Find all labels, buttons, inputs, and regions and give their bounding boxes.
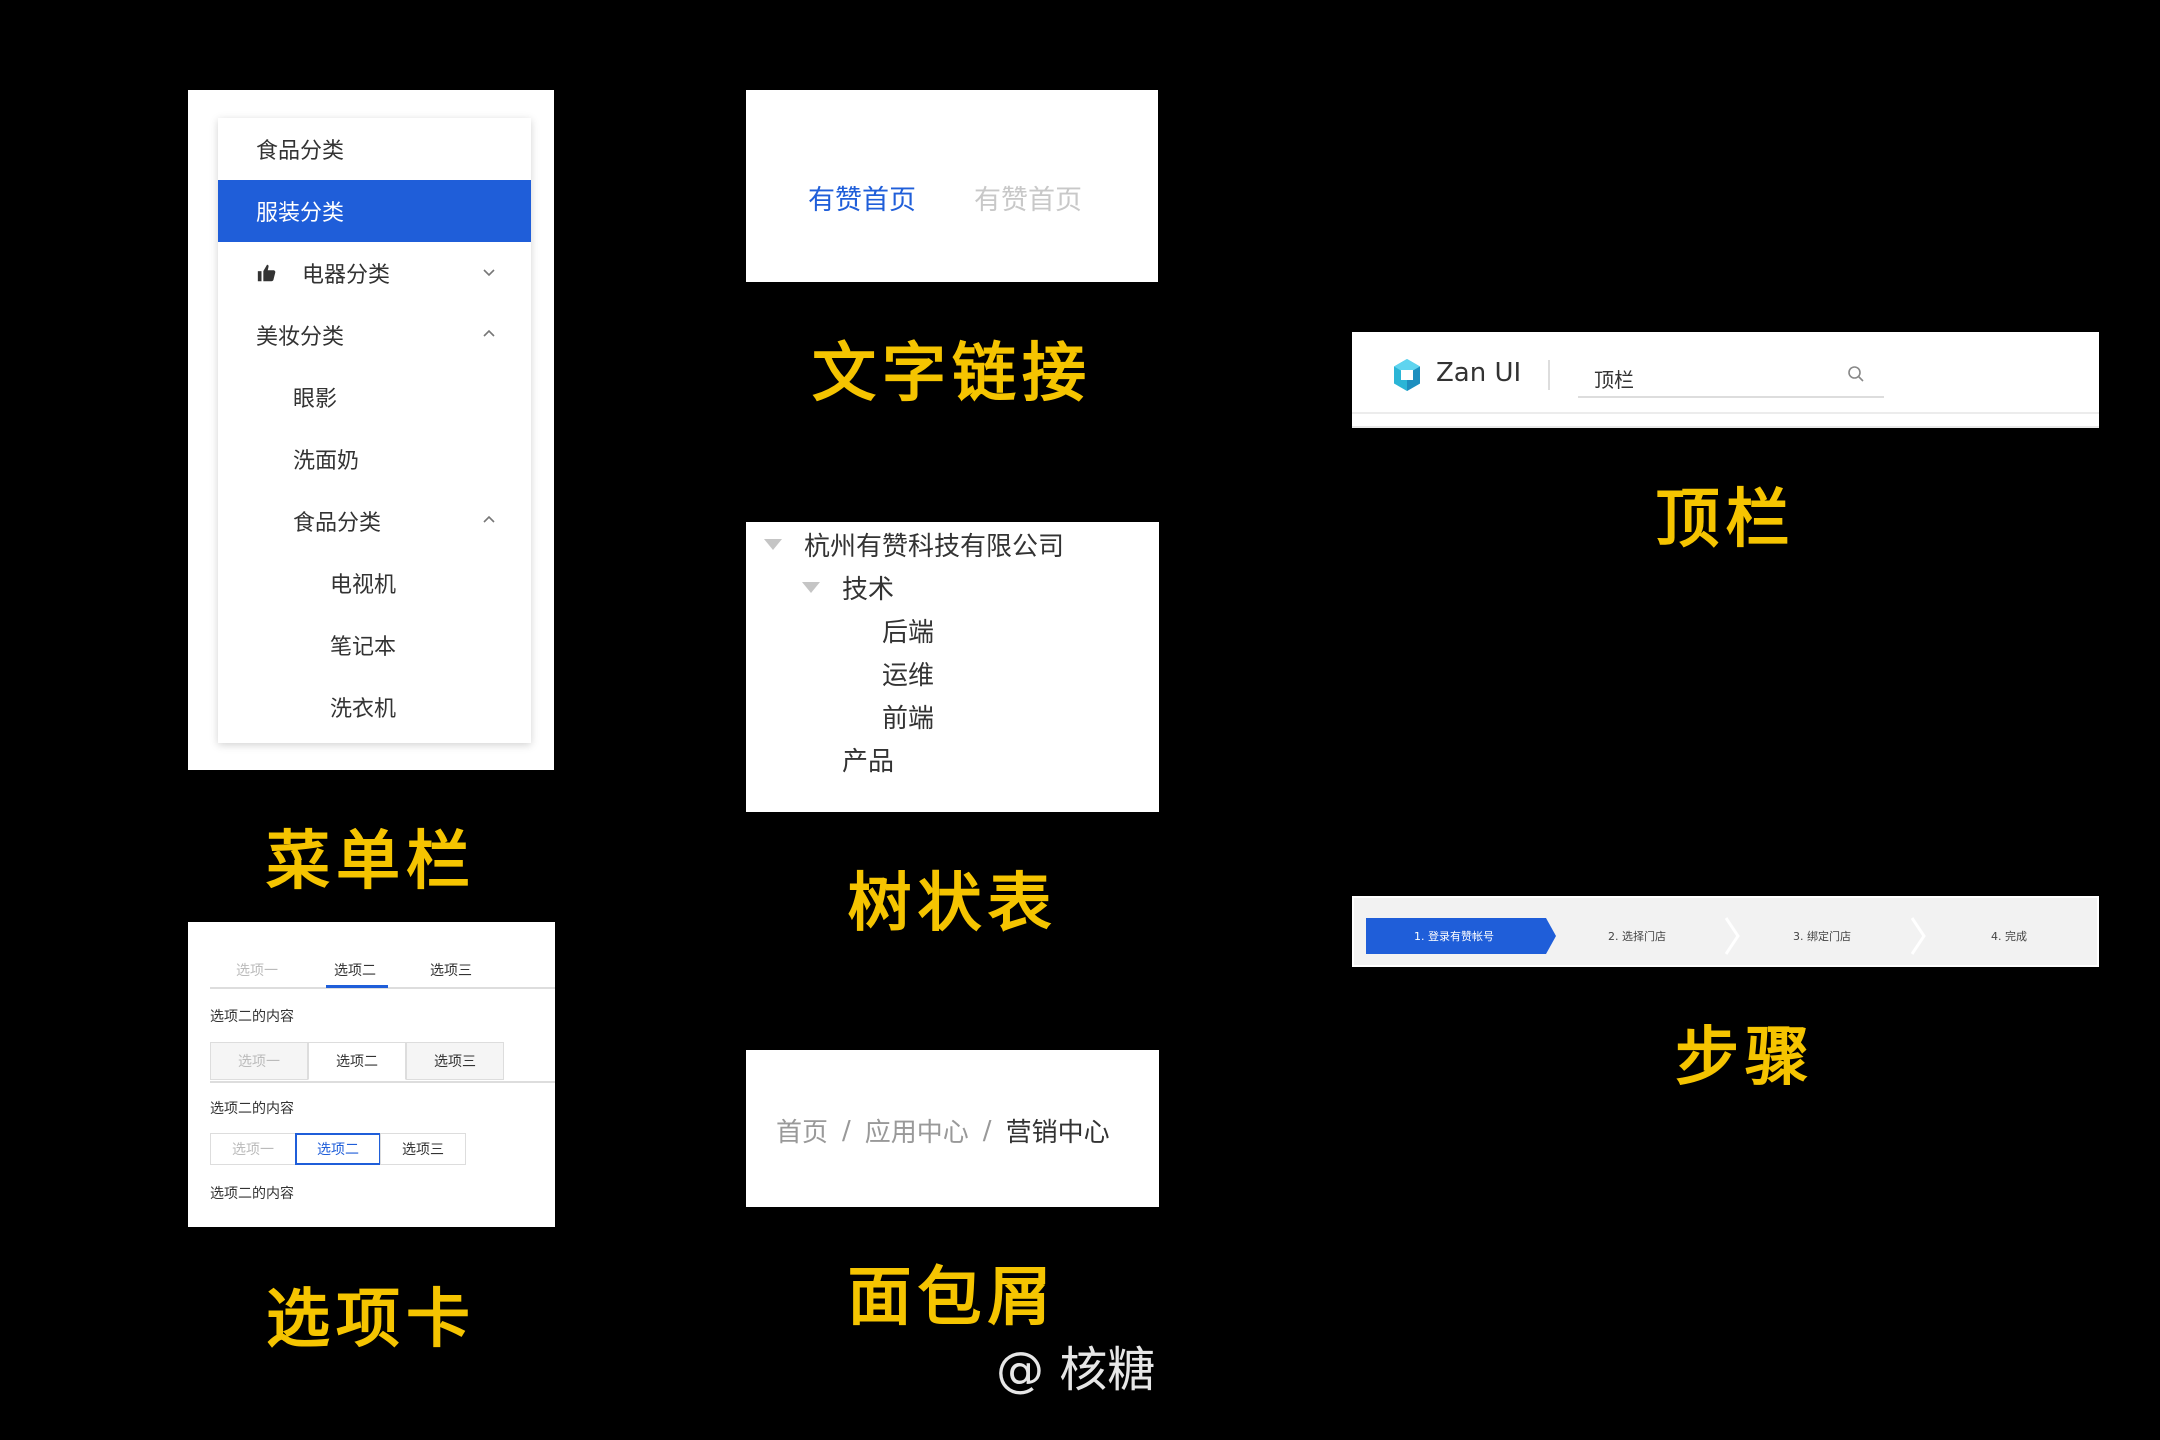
search-input-value: 顶栏 — [1594, 368, 1634, 392]
steps-demo-panel: 1. 登录有赞帐号 2. 选择门店 3. 绑定门店 4. 完成 — [1352, 896, 2099, 967]
step-divider — [1910, 917, 1926, 955]
text-link-active[interactable]: 有赞首页 — [808, 178, 916, 217]
button-tab-content: 选项二的内容 — [210, 1186, 294, 1202]
search-input[interactable]: 顶栏 — [1578, 352, 1884, 398]
menu-item-label: 服装分类 — [256, 201, 345, 226]
breadcrumb-item-home[interactable]: 首页 — [776, 1112, 828, 1149]
tree-node-label: 产品 — [842, 747, 895, 777]
menu-item-label: 洗面奶 — [293, 449, 360, 474]
zan-logo-icon[interactable] — [1392, 358, 1422, 392]
breadcrumb-demo-panel: 首页 / 应用中心 / 营销中心 — [746, 1050, 1159, 1207]
caret-down-icon[interactable] — [802, 582, 820, 593]
menu-item-food[interactable]: 食品分类 — [218, 118, 531, 180]
card-tab-label: 选项二 — [336, 1054, 378, 1070]
menu-item-electronics[interactable]: 电器分类 — [218, 242, 531, 304]
breadcrumb-item-app-center[interactable]: 应用中心 — [865, 1112, 969, 1149]
breadcrumb-separator: / — [982, 1115, 992, 1146]
menu-item-content: 电器分类 — [218, 257, 390, 289]
caption-breadcrumb: 面包屑 — [847, 1261, 1058, 1335]
chevron-up-icon[interactable] — [481, 512, 497, 528]
button-tab-label: 选项二 — [317, 1142, 359, 1158]
tree-node-product[interactable]: 产品 — [842, 741, 894, 778]
menu-item-clothing[interactable]: 服装分类 — [218, 180, 531, 242]
step-3-label: 3. 绑定门店 — [1793, 929, 1851, 943]
tabs-demo-panel: 选项一 选项二 选项三 选项二的内容 选项一 选项二 选项三 选项二的内容 选项… — [188, 922, 555, 1227]
button-tab-option-1: 选项一 — [210, 1133, 296, 1165]
caret-down-icon[interactable] — [764, 539, 782, 550]
tree-node-ops[interactable]: 运维 — [882, 655, 934, 692]
topbar: Zan UI 顶栏 — [1352, 332, 2099, 414]
caption-text-link: 文字链接 — [812, 337, 1092, 411]
tab-option-3[interactable]: 选项三 — [430, 960, 472, 980]
steps-bar: 1. 登录有赞帐号 2. 选择门店 3. 绑定门店 4. 完成 — [1366, 917, 2027, 955]
author-signature: @ 核糖 — [996, 1342, 1156, 1398]
menu-item-eyeshadow[interactable]: 眼影 — [218, 366, 531, 428]
step-1-label: 1. 登录有赞帐号 — [1414, 929, 1494, 943]
canvas: 食品分类 服装分类 电器分类 美妆分类 眼影 洗面奶 食品分类 电视机 笔记本 … — [0, 0, 2160, 1440]
tab-active-ink — [326, 985, 388, 988]
menu-item-washer[interactable]: 洗衣机 — [218, 676, 531, 738]
menu-item-label: 眼影 — [293, 387, 338, 412]
tree-node-label: 后端 — [882, 618, 935, 648]
menu-item-label: 笔记本 — [330, 635, 397, 660]
tree-node-label: 运维 — [882, 661, 935, 691]
menu-item-label: 电视机 — [330, 573, 397, 598]
tab-option-1: 选项一 — [236, 963, 278, 979]
chevron-up-icon[interactable] — [481, 326, 497, 342]
text-link-demo-panel: 有赞首页 有赞首页 — [746, 90, 1158, 282]
card-tab-content: 选项二的内容 — [210, 1101, 294, 1117]
search-icon[interactable] — [1846, 364, 1866, 384]
card-tab-option-1: 选项一 — [210, 1042, 308, 1080]
tree-node-label: 前端 — [882, 704, 935, 734]
chevron-down-icon[interactable] — [481, 264, 497, 280]
menu-item-label: 电器分类 — [302, 263, 391, 288]
menu-item-label: 美妆分类 — [256, 325, 345, 350]
tree-demo-panel: 杭州有赞科技有限公司 技术 后端 运维 前端 产品 — [746, 522, 1159, 812]
breadcrumb-item-current: 营销中心 — [1005, 1118, 1110, 1148]
breadcrumb: 首页 / 应用中心 / 营销中心 — [776, 1112, 1110, 1149]
menu-item-beauty[interactable]: 美妆分类 — [218, 304, 531, 366]
breadcrumb-separator: / — [842, 1115, 851, 1146]
topbar-demo-panel: Zan UI 顶栏 — [1352, 332, 2099, 428]
step-4-label: 4. 完成 — [1991, 929, 2027, 943]
caption-menu: 菜单栏 — [266, 825, 476, 899]
thumbs-up-icon — [257, 264, 276, 282]
card-tab-label: 选项一 — [238, 1054, 280, 1070]
card-tab-option-2[interactable]: 选项二 — [308, 1042, 406, 1080]
tree-node-label: 杭州有赞科技有限公司 — [804, 532, 1065, 562]
menu-item-label: 洗衣机 — [330, 697, 397, 722]
menu-demo-panel: 食品分类 服装分类 电器分类 美妆分类 眼影 洗面奶 食品分类 电视机 笔记本 … — [188, 90, 554, 770]
caption-tree: 树状表 — [847, 867, 1058, 941]
divider — [1548, 360, 1550, 390]
button-tab-option-3[interactable]: 选项三 — [380, 1133, 466, 1165]
step-divider — [1724, 917, 1740, 955]
caption-tabs: 选项卡 — [266, 1283, 476, 1357]
card-tab-option-3[interactable]: 选项三 — [406, 1042, 504, 1080]
step-2-label: 2. 选择门店 — [1608, 929, 1666, 943]
menu-item-label: 食品分类 — [293, 511, 382, 536]
brand-name[interactable]: Zan UI — [1436, 358, 1521, 388]
menu-item-label: 食品分类 — [256, 139, 345, 164]
menu-item-cleanser[interactable]: 洗面奶 — [218, 428, 531, 490]
menu-item-food-sub[interactable]: 食品分类 — [218, 490, 531, 552]
menu: 食品分类 服装分类 电器分类 美妆分类 眼影 洗面奶 食品分类 电视机 笔记本 … — [218, 118, 531, 743]
card-tab-bar-line — [210, 1081, 555, 1083]
button-tab-label: 选项一 — [232, 1142, 274, 1158]
tab-content: 选项二的内容 — [210, 1009, 294, 1025]
button-tab-label: 选项三 — [402, 1142, 444, 1158]
tab-option-2[interactable]: 选项二 — [334, 960, 376, 980]
caption-steps: 步骤 — [1675, 1021, 1815, 1095]
text-link-disabled: 有赞首页 — [974, 185, 1082, 216]
button-tab-option-2[interactable]: 选项二 — [295, 1133, 381, 1165]
tree-node-company[interactable]: 杭州有赞科技有限公司 — [764, 526, 1064, 563]
menu-item-laptop[interactable]: 笔记本 — [218, 614, 531, 676]
caption-topbar: 顶栏 — [1655, 483, 1796, 557]
tree-node-frontend[interactable]: 前端 — [882, 698, 934, 735]
tree-node-backend[interactable]: 后端 — [882, 612, 934, 649]
menu-item-tv[interactable]: 电视机 — [218, 552, 531, 614]
card-tab-label: 选项三 — [434, 1054, 476, 1070]
tree-node-label: 技术 — [842, 575, 895, 605]
tree-node-tech[interactable]: 技术 — [802, 569, 894, 606]
